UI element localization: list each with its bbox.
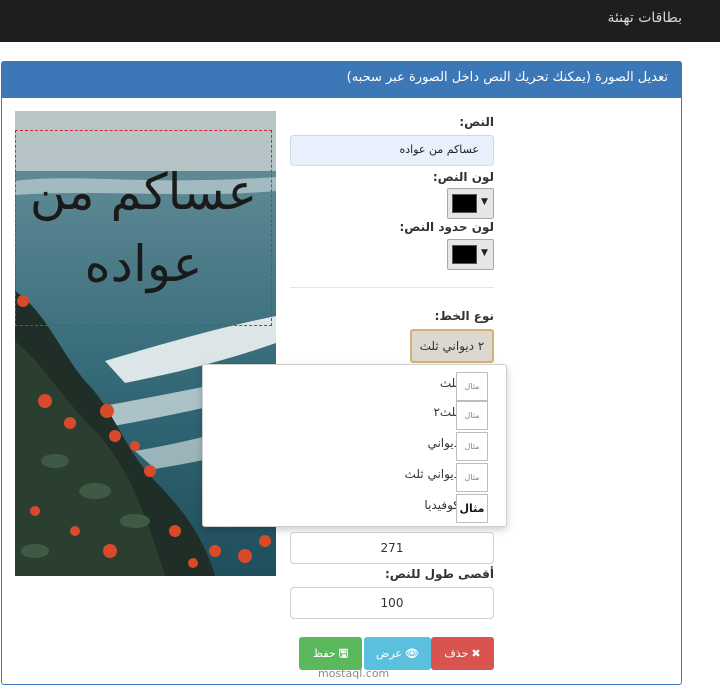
font-label: نوع الخط: [434, 309, 494, 323]
font-select[interactable]: ٢ ديواني ثلث [410, 329, 494, 363]
font-option-thuluth-2[interactable]: ثلث٢ مثال [203, 401, 508, 431]
floppy-icon: 🖫 [338, 647, 349, 660]
font-preview-icon: مثال [456, 432, 488, 461]
delete-button[interactable]: ✖حذف [431, 637, 494, 670]
view-button-label: عرض [376, 647, 402, 660]
font-preview-icon: مثال [456, 463, 488, 492]
border-color-picker[interactable]: ▼ [447, 239, 494, 270]
save-button[interactable]: 🖫حفظ [299, 637, 362, 670]
caret-down-icon: ▼ [481, 248, 488, 258]
font-option-diwani-thuluth[interactable]: ديواني ثلث مثال [203, 463, 508, 493]
watermark: mostaql.com [318, 667, 390, 680]
delete-button-label: حذف [444, 647, 469, 660]
text-color-label: لون النص: [432, 170, 494, 184]
text-drag-box[interactable] [15, 130, 272, 326]
font-option-label: ديواني [427, 436, 459, 450]
caret-down-icon: ▼ [481, 197, 488, 207]
font-dropdown-menu: ثلث مثال ثلث٢ مثال ديواني مثال ديواني ثل… [202, 364, 507, 527]
panel-title: تعديل الصورة (يمكنك تحريك النص داخل الصو… [346, 70, 668, 85]
font-option-thuluth[interactable]: ثلث مثال [203, 372, 508, 402]
form-divider [290, 287, 494, 288]
text-label: النص: [459, 115, 494, 129]
number-input[interactable]: 271 [290, 532, 494, 564]
font-preview-icon: مثال [456, 401, 488, 430]
font-preview-icon: مثال [456, 494, 488, 523]
times-icon: ✖ [471, 647, 481, 660]
save-button-label: حفظ [312, 647, 336, 660]
border-color-swatch [452, 245, 477, 264]
font-option-label: ديواني ثلث [404, 467, 459, 481]
font-preview-icon: مثال [456, 372, 488, 401]
text-color-picker[interactable]: ▼ [447, 188, 494, 219]
eye-icon: 👁 [404, 647, 419, 660]
font-option-label: كوفيديا [424, 498, 459, 512]
font-option-diwani[interactable]: ديواني مثال [203, 432, 508, 462]
text-input[interactable]: عساكم من عواده [290, 135, 494, 166]
text-color-swatch [452, 194, 477, 213]
font-option-kufidia[interactable]: كوفيديا مثال [203, 494, 508, 524]
view-button[interactable]: 👁عرض [364, 637, 431, 670]
max-length-label: أقصى طول للنص: [384, 567, 494, 581]
brand-title[interactable]: بطاقات تهنئة [607, 10, 682, 26]
max-length-input[interactable]: 100 [290, 587, 494, 619]
border-color-label: لون حدود النص: [399, 220, 494, 234]
